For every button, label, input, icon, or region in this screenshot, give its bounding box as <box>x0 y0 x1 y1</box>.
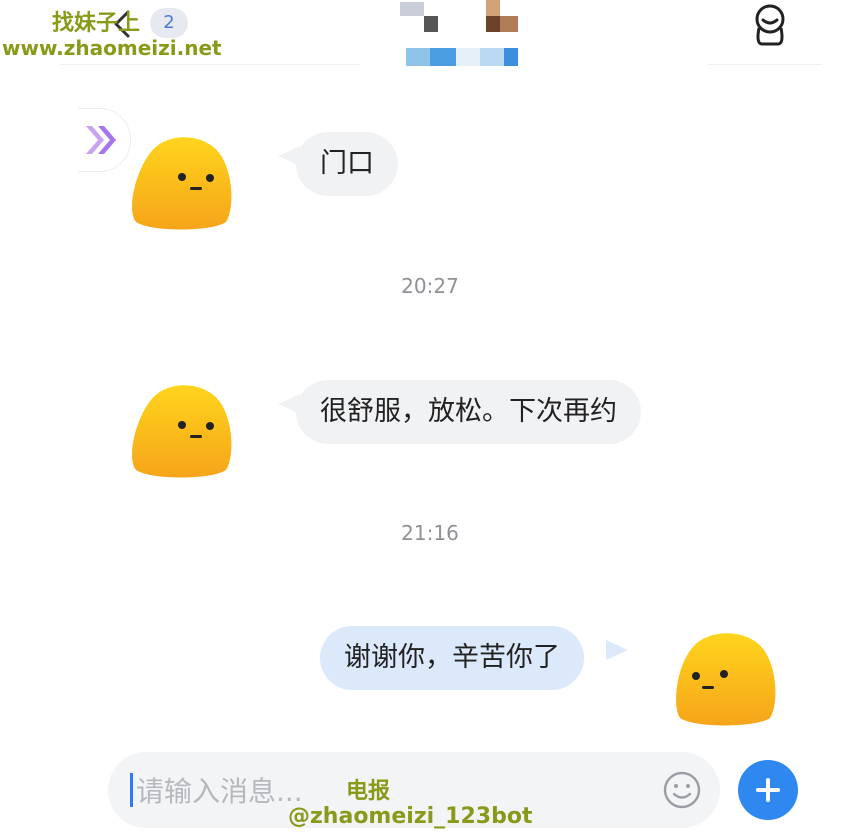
person-outline-icon[interactable] <box>748 2 792 46</box>
watermark-text: 电报 <box>346 779 391 804</box>
message-bubble-outgoing[interactable]: 谢谢你，辛苦你了 <box>320 626 584 690</box>
contact-avatar[interactable] <box>400 0 522 66</box>
watermark-text: www.zhaomeizi.net <box>2 36 222 60</box>
contact-avatar-icon[interactable] <box>126 378 234 478</box>
message-timestamp: 20:27 <box>401 274 459 298</box>
unread-count-badge[interactable]: 2 <box>150 8 188 38</box>
message-bubble-incoming[interactable]: 门口 <box>296 132 398 196</box>
watermark-text: @zhaomeizi_123bot <box>288 804 533 829</box>
header-divider <box>708 64 822 65</box>
message-timestamp: 21:16 <box>401 521 459 545</box>
double-chevron-right-icon <box>86 126 116 154</box>
text-caret <box>130 773 133 807</box>
bubble-tail <box>606 640 628 660</box>
plus-icon <box>756 778 780 802</box>
smiley-icon[interactable] <box>662 770 702 810</box>
side-shortcut-badge[interactable] <box>78 108 131 172</box>
plus-button[interactable] <box>738 760 798 820</box>
self-avatar-icon[interactable] <box>672 626 780 726</box>
message-input[interactable]: 请输入消息... <box>136 770 303 810</box>
watermark-text: 找妹子上 <box>52 11 141 36</box>
contact-avatar-icon[interactable] <box>126 130 234 230</box>
message-bubble-incoming[interactable]: 很舒服，放松。下次再约 <box>296 380 641 444</box>
header-divider <box>60 64 360 65</box>
